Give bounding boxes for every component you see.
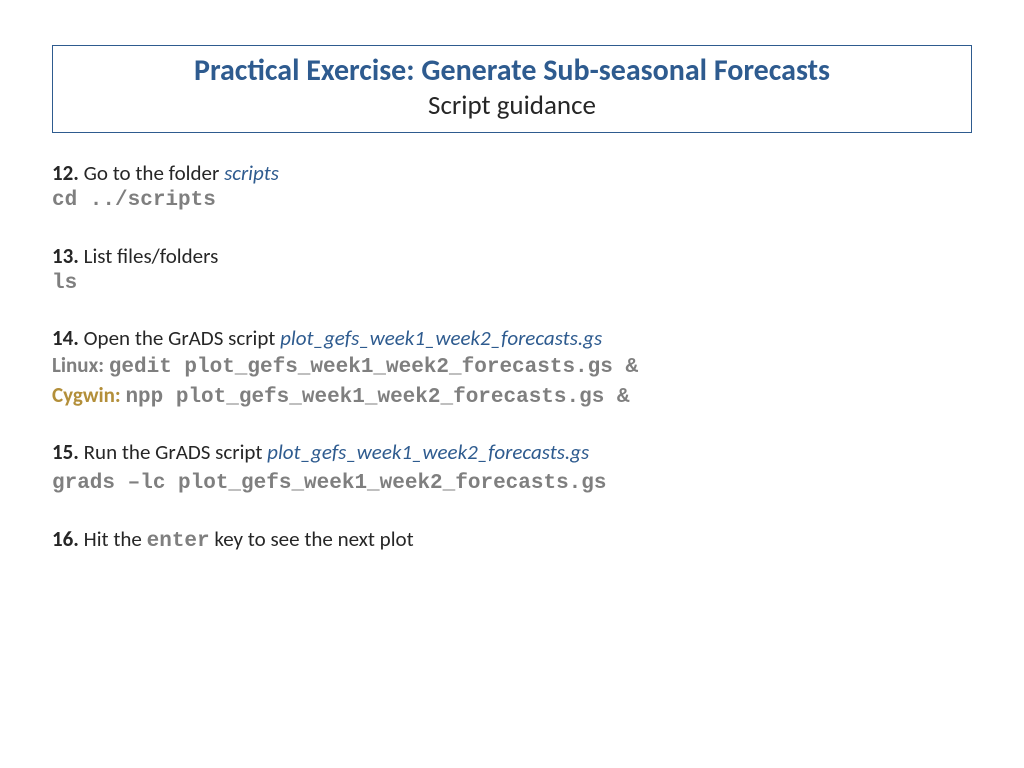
step-13-desc: 13. List files/folders — [52, 243, 972, 270]
step-15-num: 15. — [52, 439, 79, 465]
step-13: 13. List files/folders ls — [52, 243, 972, 298]
step-14-cygwin-line: Cygwin: npp plot_gefs_week1_week2_foreca… — [52, 382, 972, 411]
step-12-cmd: cd ../scripts — [52, 187, 972, 214]
step-12-text: Go to the folder — [79, 160, 224, 186]
cygwin-colon: : — [115, 382, 126, 408]
step-12: 12. Go to the folder scripts cd ../scrip… — [52, 160, 972, 215]
page-subtitle: Script guidance — [61, 90, 963, 122]
step-13-cmd: ls — [52, 270, 972, 297]
step-16: 16. Hit the enter key to see the next pl… — [52, 526, 972, 555]
step-15-text: Run the GrADS script — [79, 439, 267, 465]
step-15-cmd: grads –lc plot_gefs_week1_week2_forecast… — [52, 470, 972, 497]
cygwin-label: Cygwin — [52, 382, 115, 408]
step-14-cygwin-cmd: npp plot_gefs_week1_week2_forecasts.gs & — [125, 386, 629, 409]
step-13-text: List files/folders — [79, 243, 218, 269]
step-16-text-b: key to see the next plot — [210, 526, 414, 552]
content-body: 12. Go to the folder scripts cd ../scrip… — [52, 160, 972, 583]
linux-label: Linux — [52, 352, 98, 378]
step-16-desc: 16. Hit the enter key to see the next pl… — [52, 526, 972, 555]
page-title: Practical Exercise: Generate Sub-seasona… — [61, 52, 963, 90]
linux-colon: : — [98, 352, 109, 378]
step-14-linux-cmd: gedit plot_gefs_week1_week2_forecasts.gs… — [109, 356, 638, 379]
step-16-text-a: Hit the — [79, 526, 147, 552]
step-12-desc: 12. Go to the folder scripts — [52, 160, 972, 187]
header-box: Practical Exercise: Generate Sub-seasona… — [52, 45, 972, 133]
step-15-script: plot_gefs_week1_week2_forecasts.gs — [267, 439, 589, 465]
step-14-text: Open the GrADS script — [79, 325, 280, 351]
step-15: 15. Run the GrADS script plot_gefs_week1… — [52, 439, 972, 498]
step-14-linux-line: Linux: gedit plot_gefs_week1_week2_forec… — [52, 352, 972, 381]
step-14-script: plot_gefs_week1_week2_forecasts.gs — [280, 325, 602, 351]
step-14: 14. Open the GrADS script plot_gefs_week… — [52, 325, 972, 411]
step-15-desc: 15. Run the GrADS script plot_gefs_week1… — [52, 439, 972, 466]
step-12-num: 12. — [52, 160, 79, 186]
step-14-desc: 14. Open the GrADS script plot_gefs_week… — [52, 325, 972, 352]
step-14-num: 14. — [52, 325, 79, 351]
step-12-folder: scripts — [224, 160, 279, 186]
step-13-num: 13. — [52, 243, 79, 269]
step-16-num: 16. — [52, 526, 79, 552]
step-16-key: enter — [147, 530, 210, 553]
